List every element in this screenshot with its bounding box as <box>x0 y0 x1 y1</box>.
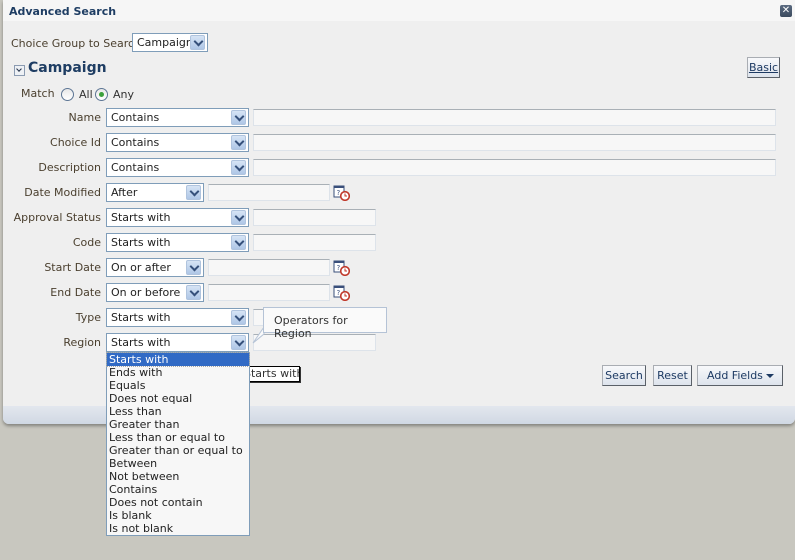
chevron-down-icon <box>231 310 246 325</box>
field-label-approval-status: Approval Status <box>13 211 101 224</box>
chevron-down-icon <box>231 210 246 225</box>
operator-value: Starts with <box>111 311 171 324</box>
caret-down-icon <box>766 374 774 378</box>
operator-select-approval-status[interactable]: Starts with <box>106 208 249 227</box>
dropdown-option[interactable]: Does not contain <box>107 496 249 509</box>
operator-select-end-date[interactable]: On or before <box>106 283 204 302</box>
value-input-date-modified[interactable] <box>208 184 330 201</box>
dropdown-option[interactable]: Less than <box>107 405 249 418</box>
operator-value: Starts with <box>111 211 171 224</box>
svg-text:?: ? <box>337 189 341 197</box>
operator-select-code[interactable]: Starts with <box>106 233 249 252</box>
operator-select-date-modified[interactable]: After <box>106 183 204 202</box>
field-label-date-modified: Date Modified <box>24 186 101 199</box>
operator-value: Contains <box>111 111 160 124</box>
dropdown-option[interactable]: Ends with <box>107 366 249 379</box>
match-all-radio[interactable] <box>61 88 74 101</box>
chevron-down-icon <box>231 335 246 350</box>
add-fields-button[interactable]: Add Fields <box>697 365 783 386</box>
basic-button[interactable]: Basic <box>747 57 780 78</box>
close-icon[interactable]: ✕ <box>780 5 792 17</box>
dialog-titlebar: Advanced Search ✕ <box>3 0 795 21</box>
value-input-approval-status[interactable] <box>253 209 376 226</box>
value-input-start-date[interactable] <box>208 259 330 276</box>
choice-group-label: Choice Group to Search <box>11 37 142 50</box>
dropdown-option[interactable]: Contains <box>107 483 249 496</box>
operator-value: On or after <box>111 261 171 274</box>
operator-value: On or before <box>111 286 181 299</box>
field-label-end-date: End Date <box>50 286 101 299</box>
operator-select-type[interactable]: Starts with <box>106 308 249 327</box>
svg-text:?: ? <box>337 264 341 272</box>
operator-select-start-date[interactable]: On or after <box>106 258 204 277</box>
field-label-name: Name <box>68 111 101 124</box>
field-label-description: Description <box>38 161 101 174</box>
choice-group-value: Campaign <box>137 36 193 49</box>
svg-text:?: ? <box>337 289 341 297</box>
dropdown-option[interactable]: Equals <box>107 379 249 392</box>
chevron-down-icon <box>231 110 246 125</box>
chevron-down-icon <box>190 35 205 50</box>
chevron-down-icon <box>186 260 201 275</box>
hover-tooltip: Starts with <box>248 366 300 382</box>
operator-select-name[interactable]: Contains <box>106 108 249 127</box>
match-any-radio[interactable] <box>95 88 108 101</box>
dropdown-option[interactable]: Greater than <box>107 418 249 431</box>
field-label-type: Type <box>75 311 101 324</box>
operator-value: After <box>111 186 138 199</box>
chevron-down-icon <box>186 185 201 200</box>
field-label-choice-id: Choice Id <box>50 136 101 149</box>
value-input-region[interactable] <box>253 334 376 351</box>
operator-value: Starts with <box>111 236 171 249</box>
section-collapse-toggle[interactable] <box>14 65 25 76</box>
match-all-label: All <box>79 88 93 101</box>
dropdown-option[interactable]: Is blank <box>107 509 249 522</box>
reset-button[interactable]: Reset <box>653 365 692 386</box>
dropdown-option[interactable]: Not between <box>107 470 249 483</box>
chevron-down-icon <box>186 285 201 300</box>
dropdown-option[interactable]: Greater than or equal to <box>107 444 249 457</box>
operator-value: Contains <box>111 136 160 149</box>
match-label: Match <box>21 87 55 100</box>
choice-group-select[interactable]: Campaign <box>132 33 208 52</box>
hover-tooltip-text: Starts with <box>249 367 299 380</box>
dropdown-option[interactable]: Does not equal <box>107 392 249 405</box>
chevron-down-icon <box>231 235 246 250</box>
match-any-label: Any <box>113 88 135 101</box>
operator-value: Starts with <box>111 336 171 349</box>
value-input-code[interactable] <box>253 234 376 251</box>
dropdown-option[interactable]: Less than or equal to <box>107 431 249 444</box>
section-title: Campaign <box>28 60 107 76</box>
operator-select-choice-id[interactable]: Contains <box>106 133 249 152</box>
value-input-description[interactable] <box>253 159 776 176</box>
add-fields-label: Add Fields <box>707 369 763 382</box>
field-label-start-date: Start Date <box>44 261 101 274</box>
field-label-region: Region <box>63 336 101 349</box>
calendar-clock-icon[interactable]: ? <box>333 259 350 276</box>
region-operator-dropdown[interactable]: Starts with Ends with Equals Does not eq… <box>106 352 250 536</box>
dropdown-option[interactable]: Between <box>107 457 249 470</box>
operator-value: Contains <box>111 161 160 174</box>
dialog-title: Advanced Search <box>9 5 117 18</box>
chevron-down-icon <box>231 160 246 175</box>
operator-select-region[interactable]: Starts with <box>106 333 249 352</box>
calendar-clock-icon[interactable]: ? <box>333 184 350 201</box>
dropdown-option[interactable]: Is not blank <box>107 522 249 535</box>
field-label-code: Code <box>72 236 101 249</box>
value-input-choice-id[interactable] <box>253 134 776 151</box>
value-input-end-date[interactable] <box>208 284 330 301</box>
operator-select-description[interactable]: Contains <box>106 158 249 177</box>
chevron-down-icon <box>231 135 246 150</box>
value-input-name[interactable] <box>253 109 776 126</box>
calendar-clock-icon[interactable]: ? <box>333 284 350 301</box>
search-button[interactable]: Search <box>602 365 646 386</box>
dropdown-option[interactable]: Starts with <box>106 352 250 367</box>
operators-tooltip: Operators for Region <box>263 307 387 340</box>
basic-button-label: Basic <box>748 61 779 74</box>
